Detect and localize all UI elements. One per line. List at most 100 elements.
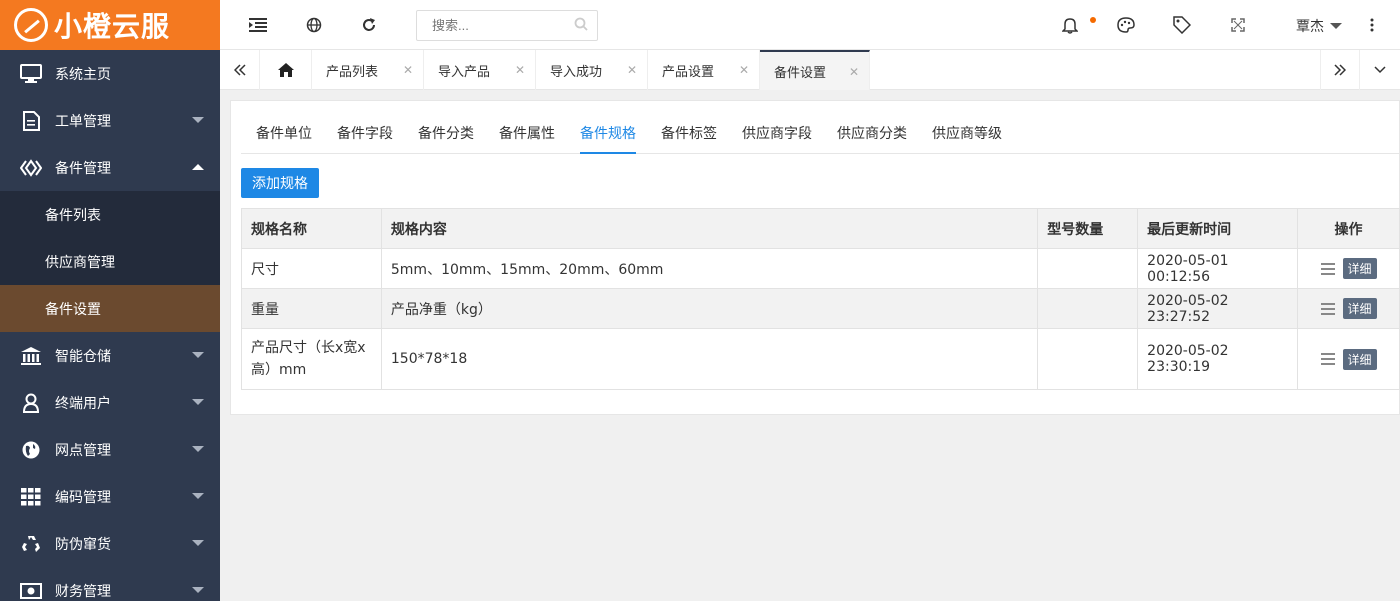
globe-icon[interactable]	[304, 15, 324, 35]
parts-icon	[20, 158, 42, 178]
fullscreen-icon[interactable]	[1228, 15, 1248, 35]
close-icon[interactable]: ✕	[739, 63, 749, 77]
detail-button[interactable]: 详细	[1342, 348, 1377, 370]
close-icon[interactable]: ✕	[515, 63, 525, 77]
close-icon[interactable]: ✕	[627, 63, 637, 77]
home-tab[interactable]	[260, 50, 312, 90]
column-header: 规格内容	[380, 208, 1039, 249]
add-spec-button[interactable]: 添加规格	[241, 168, 319, 198]
settings-subtabs: 备件单位 备件字段 备件分类 备件属性 备件规格 备件标签 供应商字段 供应商分…	[241, 113, 1399, 154]
sidebar-item-label: 防伪窜货	[55, 536, 111, 553]
logo[interactable]: 小橙云服	[0, 0, 220, 50]
sidebar-item-parts[interactable]: 备件管理	[0, 144, 220, 191]
more-vertical-icon[interactable]	[1362, 15, 1382, 35]
row-actions: 详细	[1297, 288, 1400, 329]
notification-dot	[1090, 17, 1096, 23]
subtab-parts-spec[interactable]: 备件规格	[580, 123, 636, 154]
drag-handle-icon[interactable]	[1320, 353, 1335, 365]
sidebar-item-home[interactable]: 系统主页	[0, 50, 220, 97]
sidebar-item-label: 备件管理	[55, 160, 111, 177]
search-icon[interactable]	[574, 17, 588, 35]
column-header: 操作	[1297, 208, 1400, 249]
subtab-parts-category[interactable]: 备件分类	[418, 123, 474, 154]
tab-label: 产品列表	[326, 64, 379, 80]
refresh-icon[interactable]	[359, 15, 379, 35]
subtab-parts-field[interactable]: 备件字段	[337, 123, 393, 154]
sidebar-subitem-parts-list[interactable]: 备件列表	[0, 191, 220, 238]
search-input[interactable]	[416, 10, 598, 41]
globe-icon	[20, 440, 42, 460]
detail-button[interactable]: 详细	[1342, 298, 1377, 319]
bell-icon[interactable]	[1060, 15, 1080, 35]
column-header: 规格名称	[241, 208, 382, 249]
chevron-down-icon	[192, 352, 204, 358]
spec-content: 产品净重（kg）	[380, 288, 1039, 329]
tab-label: 备件设置	[774, 65, 827, 81]
tab-import-product[interactable]: 导入产品 ✕	[424, 50, 536, 90]
updated-time: 2020-05-02 23:30:19	[1137, 328, 1299, 390]
spec-content: 150*78*18	[380, 328, 1039, 390]
chevron-down-icon	[192, 399, 204, 405]
drag-handle-icon[interactable]	[1320, 262, 1335, 275]
sidebar-item-warehouse[interactable]: 智能仓储	[0, 332, 220, 379]
spec-table: 规格名称 规格内容 型号数量 最后更新时间 操作 尺寸 5mm、10mm、15m…	[241, 208, 1400, 390]
user-icon	[20, 393, 42, 413]
close-icon[interactable]: ✕	[403, 63, 413, 77]
tab-product-list[interactable]: 产品列表 ✕	[312, 50, 424, 90]
document-icon	[20, 110, 42, 131]
subtab-parts-tag[interactable]: 备件标签	[661, 123, 717, 154]
tab-parts-settings[interactable]: 备件设置 ✕	[760, 50, 870, 90]
sidebar-item-coding[interactable]: 编码管理	[0, 473, 220, 520]
model-count	[1037, 248, 1139, 289]
detail-button[interactable]: 详细	[1342, 258, 1377, 279]
subtab-parts-unit[interactable]: 备件单位	[256, 123, 312, 154]
column-header: 型号数量	[1037, 208, 1139, 249]
main-content: 备件单位 备件字段 备件分类 备件属性 备件规格 备件标签 供应商字段 供应商分…	[230, 100, 1400, 415]
parts-submenu: 备件列表 供应商管理 备件设置	[0, 191, 220, 332]
subtab-supplier-field[interactable]: 供应商字段	[742, 123, 812, 154]
palette-icon[interactable]	[1116, 15, 1136, 35]
logo-icon	[14, 8, 48, 42]
sidebar: 小橙云服 系统主页 工单管理 备件管理 备件列表 供应商管理 备件设置 智能仓储	[0, 0, 220, 601]
chevron-down-icon	[192, 446, 204, 452]
sidebar-subitem-suppliers[interactable]: 供应商管理	[0, 238, 220, 285]
updated-time: 2020-05-02 23:27:52	[1137, 288, 1299, 329]
chevron-down-icon[interactable]	[1330, 23, 1342, 29]
sidebar-item-label: 系统主页	[55, 66, 111, 83]
close-icon[interactable]: ✕	[849, 65, 859, 79]
tabs-menu-chevron-down-icon[interactable]	[1360, 50, 1400, 90]
chevron-down-icon	[192, 117, 204, 123]
tab-import-success[interactable]: 导入成功 ✕	[536, 50, 648, 90]
sidebar-item-outlets[interactable]: 网点管理	[0, 426, 220, 473]
subtab-supplier-category[interactable]: 供应商分类	[837, 123, 907, 154]
spec-name: 重量	[241, 288, 382, 329]
table-header-row: 规格名称 规格内容 型号数量 最后更新时间 操作	[241, 208, 1400, 249]
sidebar-item-label: 智能仓储	[55, 348, 111, 365]
sidebar-subitem-label: 备件设置	[45, 301, 101, 318]
user-name[interactable]: 覃杰	[1296, 16, 1324, 36]
sidebar-item-label: 财务管理	[55, 583, 111, 600]
model-count	[1037, 288, 1139, 329]
sidebar-subitem-parts-settings[interactable]: 备件设置	[0, 285, 220, 332]
chevron-down-icon	[192, 587, 204, 593]
recycle-icon	[20, 534, 42, 554]
sidebar-item-anti-counterfeit[interactable]: 防伪窜货	[0, 520, 220, 567]
sidebar-item-end-users[interactable]: 终端用户	[0, 379, 220, 426]
tag-icon[interactable]	[1172, 15, 1192, 35]
menu-toggle-icon[interactable]	[248, 15, 268, 35]
drag-handle-icon[interactable]	[1320, 302, 1335, 315]
sidebar-item-workorders[interactable]: 工单管理	[0, 97, 220, 144]
sidebar-item-label: 编码管理	[55, 489, 111, 506]
tabs-scroll-right-icon[interactable]	[1320, 50, 1360, 90]
sidebar-item-finance[interactable]: 财务管理	[0, 567, 220, 601]
subtab-parts-attribute[interactable]: 备件属性	[499, 123, 555, 154]
logo-text: 小橙云服	[54, 10, 171, 43]
sidebar-subitem-label: 备件列表	[45, 207, 101, 224]
tabs-scroll-left-icon[interactable]	[220, 50, 260, 90]
row-actions: 详细	[1297, 328, 1400, 390]
sidebar-item-label: 工单管理	[55, 113, 111, 130]
row-actions: 详细	[1297, 248, 1400, 289]
chevron-down-icon	[192, 493, 204, 499]
tab-product-settings[interactable]: 产品设置 ✕	[648, 50, 760, 90]
subtab-supplier-level[interactable]: 供应商等级	[932, 123, 1002, 154]
